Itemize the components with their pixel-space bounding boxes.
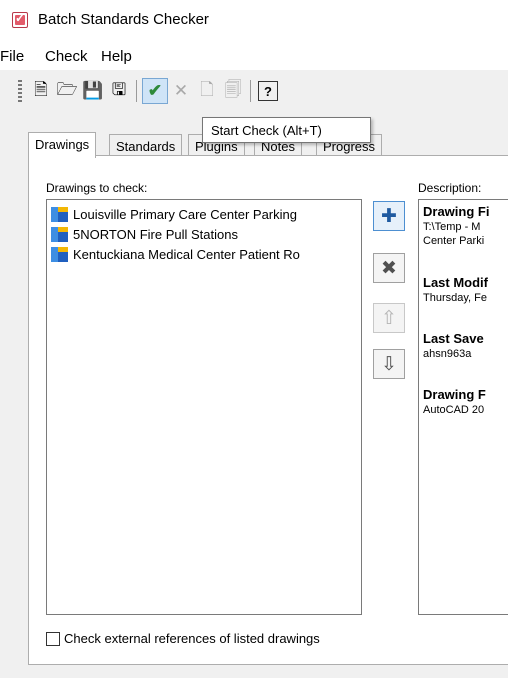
- tab-standards[interactable]: Standards: [109, 134, 183, 156]
- xref-checkbox[interactable]: [46, 631, 60, 646]
- toolbar: 🗎 🗁 💾 🖫 ✔ ✕ 🗋 🗐 ?: [18, 76, 368, 108]
- last-modified-heading: Last Modif: [423, 275, 488, 290]
- last-saved-heading: Last Save: [423, 331, 484, 346]
- arrow-down-icon: ⇩: [381, 353, 397, 375]
- drawing-file-icon: [51, 206, 68, 222]
- export-icon[interactable]: 🗋: [194, 78, 220, 104]
- list-item[interactable]: Kentuckiana Medical Center Patient Ro: [51, 244, 357, 264]
- drawings-to-check-label: Drawings to check:: [46, 181, 148, 195]
- last-saved-value: ahsn963a: [423, 348, 472, 360]
- description-panel: Drawing Fi T:\Temp - M Center Parki Last…: [418, 199, 508, 615]
- drawing-format-heading: Drawing F: [423, 387, 486, 402]
- xref-checkbox-label: Check external references of listed draw…: [64, 631, 320, 646]
- add-icon: ✚: [381, 205, 397, 227]
- new-icon[interactable]: 🗎: [28, 78, 54, 104]
- save-icon[interactable]: 💾: [80, 78, 106, 104]
- drawings-list[interactable]: Louisville Primary Care Center Parking 5…: [46, 199, 362, 615]
- drawing-file-heading: Drawing Fi: [423, 204, 490, 219]
- add-drawing-button[interactable]: ✚: [373, 201, 405, 231]
- start-check-icon[interactable]: ✔: [142, 78, 168, 104]
- drawing-name: Louisville Primary Care Center Parking: [73, 206, 297, 222]
- drawing-file-path-cont: Center Parki: [423, 235, 485, 247]
- menu-file[interactable]: File: [0, 48, 24, 65]
- drawing-file-icon: [51, 226, 68, 242]
- arrow-up-icon: ⇧: [381, 307, 397, 329]
- menu-bar: File Check Help: [0, 40, 508, 70]
- menu-help[interactable]: Help: [101, 48, 132, 65]
- last-modified-value: Thursday, Fe: [423, 292, 487, 304]
- drawing-format-value: AutoCAD 20: [423, 404, 485, 416]
- toolbar-grip[interactable]: [18, 80, 22, 102]
- report-icon[interactable]: 🗐: [220, 78, 246, 104]
- drawing-file-path: T:\Temp - M: [423, 221, 481, 233]
- remove-icon: ✖: [381, 257, 397, 279]
- list-item[interactable]: 5NORTON Fire Pull Stations: [51, 224, 357, 244]
- remove-drawing-button[interactable]: ✖: [373, 253, 405, 283]
- menu-check[interactable]: Check: [45, 48, 88, 65]
- start-check-tooltip: Start Check (Alt+T): [202, 117, 371, 143]
- move-up-button[interactable]: ⇧: [373, 303, 405, 333]
- list-item[interactable]: Louisville Primary Care Center Parking: [51, 204, 357, 224]
- drawing-name: Kentuckiana Medical Center Patient Ro: [73, 246, 300, 262]
- drawing-file-icon: [51, 246, 68, 262]
- tab-drawings[interactable]: Drawings: [28, 132, 97, 158]
- save-as-icon[interactable]: 🖫: [106, 78, 132, 104]
- title-bar: Batch Standards Checker: [0, 0, 508, 40]
- open-icon[interactable]: 🗁: [54, 78, 80, 104]
- drawing-name: 5NORTON Fire Pull Stations: [73, 226, 238, 242]
- stop-check-icon[interactable]: ✕: [168, 78, 194, 104]
- toolbar-separator: [250, 80, 251, 102]
- xref-checkbox-row[interactable]: Check external references of listed draw…: [46, 631, 320, 646]
- window-title: Batch Standards Checker: [38, 11, 209, 28]
- move-down-button[interactable]: ⇩: [373, 349, 405, 379]
- toolbar-separator: [136, 80, 137, 102]
- app-icon: [12, 11, 28, 28]
- help-icon[interactable]: ?: [258, 81, 278, 101]
- description-label: Description:: [418, 181, 482, 195]
